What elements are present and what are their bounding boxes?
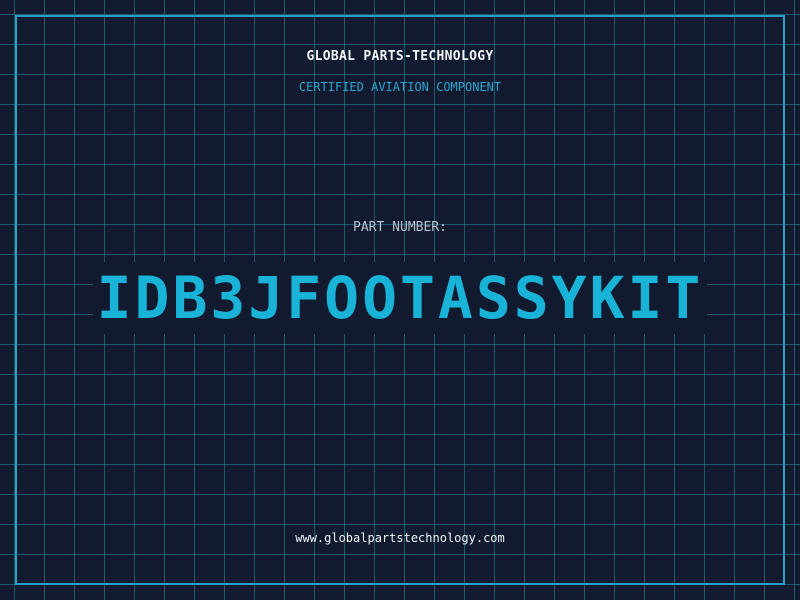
website-url: www.globalpartstechnology.com [295, 531, 505, 545]
part-number-value: IDB3JFOOTASSYKIT [92, 262, 708, 334]
part-number-container: IDB3JFOOTASSYKIT [0, 262, 800, 334]
certification-subtitle: CERTIFIED AVIATION COMPONENT [298, 80, 502, 94]
company-name: GLOBAL PARTS-TECHNOLOGY [306, 49, 494, 64]
part-number-label: PART NUMBER: [353, 220, 447, 235]
